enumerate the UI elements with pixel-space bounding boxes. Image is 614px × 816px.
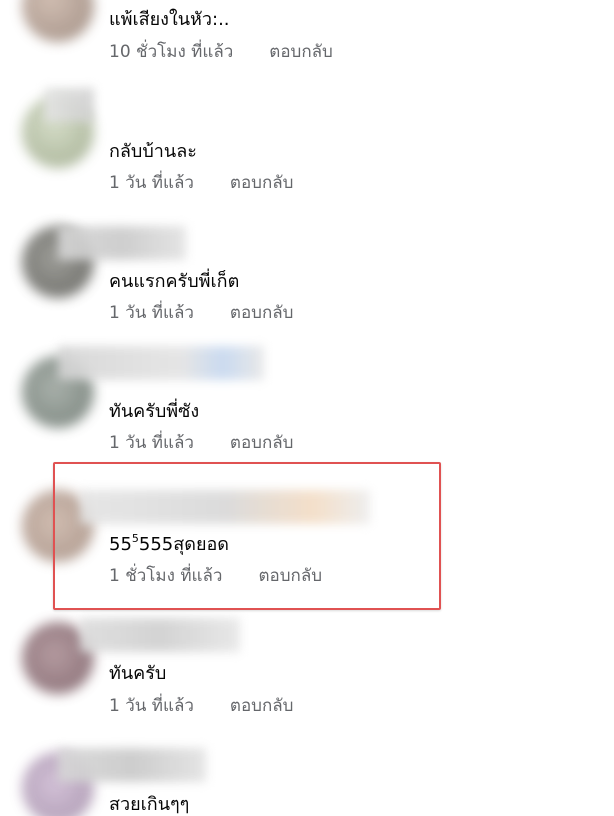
author-name[interactable] <box>58 226 186 260</box>
comment-meta: 1 ชั่วโมง ที่แล้ว ตอบกลับ <box>109 564 322 588</box>
comment-text: ทันครับ <box>109 663 167 684</box>
author-name[interactable] <box>58 748 206 782</box>
comment-timestamp: 1 วัน ที่แล้ว <box>109 433 194 453</box>
author-name[interactable] <box>58 346 264 380</box>
comment-timestamp: 1 วัน ที่แล้ว <box>109 173 194 193</box>
comment-text: ทันครับพี่ซัง <box>109 401 200 422</box>
author-name[interactable] <box>44 88 94 122</box>
comment-text: 555555สุดยอด <box>109 532 229 555</box>
comment-timestamp: 10 ชั่วโมง ที่แล้ว <box>109 42 234 62</box>
comment-meta: 1 วัน ที่แล้ว ตอบกลับ <box>109 431 293 455</box>
reply-button[interactable]: ตอบกลับ <box>258 566 322 586</box>
superscript-digit: 5 <box>131 532 139 545</box>
comment-meta: 1 วัน ที่แล้ว ตอบกลับ <box>109 171 293 195</box>
comment-meta: 1 วัน ที่แล้ว ตอบกลับ <box>109 694 293 718</box>
reply-button[interactable]: ตอบกลับ <box>230 303 294 323</box>
reply-button[interactable]: ตอบกลับ <box>230 696 294 716</box>
avatar[interactable] <box>22 0 94 42</box>
reply-button[interactable]: ตอบกลับ <box>230 173 294 193</box>
comment-timestamp: 1 วัน ที่แล้ว <box>109 696 194 716</box>
comment-meta: 10 ชั่วโมง ที่แล้ว ตอบกลับ <box>109 40 333 64</box>
comment-meta: 1 วัน ที่แล้ว ตอบกลับ <box>109 301 293 325</box>
author-name[interactable] <box>80 618 240 652</box>
comment-timestamp: 1 ชั่วโมง ที่แล้ว <box>109 566 223 586</box>
comment-text: คนแรกครับพี่เก็ต <box>109 271 240 292</box>
comment-timestamp: 1 วัน ที่แล้ว <box>109 303 194 323</box>
comment-text: กลับบ้านละ <box>109 141 197 162</box>
reply-button[interactable]: ตอบกลับ <box>230 433 294 453</box>
comment-text: สวยเกินๆๆ <box>109 794 190 815</box>
comment-text: แพ้เสียงในหัว:.. <box>109 9 230 30</box>
author-name[interactable] <box>80 490 370 524</box>
comment-list: แพ้เสียงในหัว:.. 10 ชั่วโมง ที่แล้วตอบกล… <box>0 0 614 816</box>
reply-button[interactable]: ตอบกลับ <box>269 42 333 62</box>
